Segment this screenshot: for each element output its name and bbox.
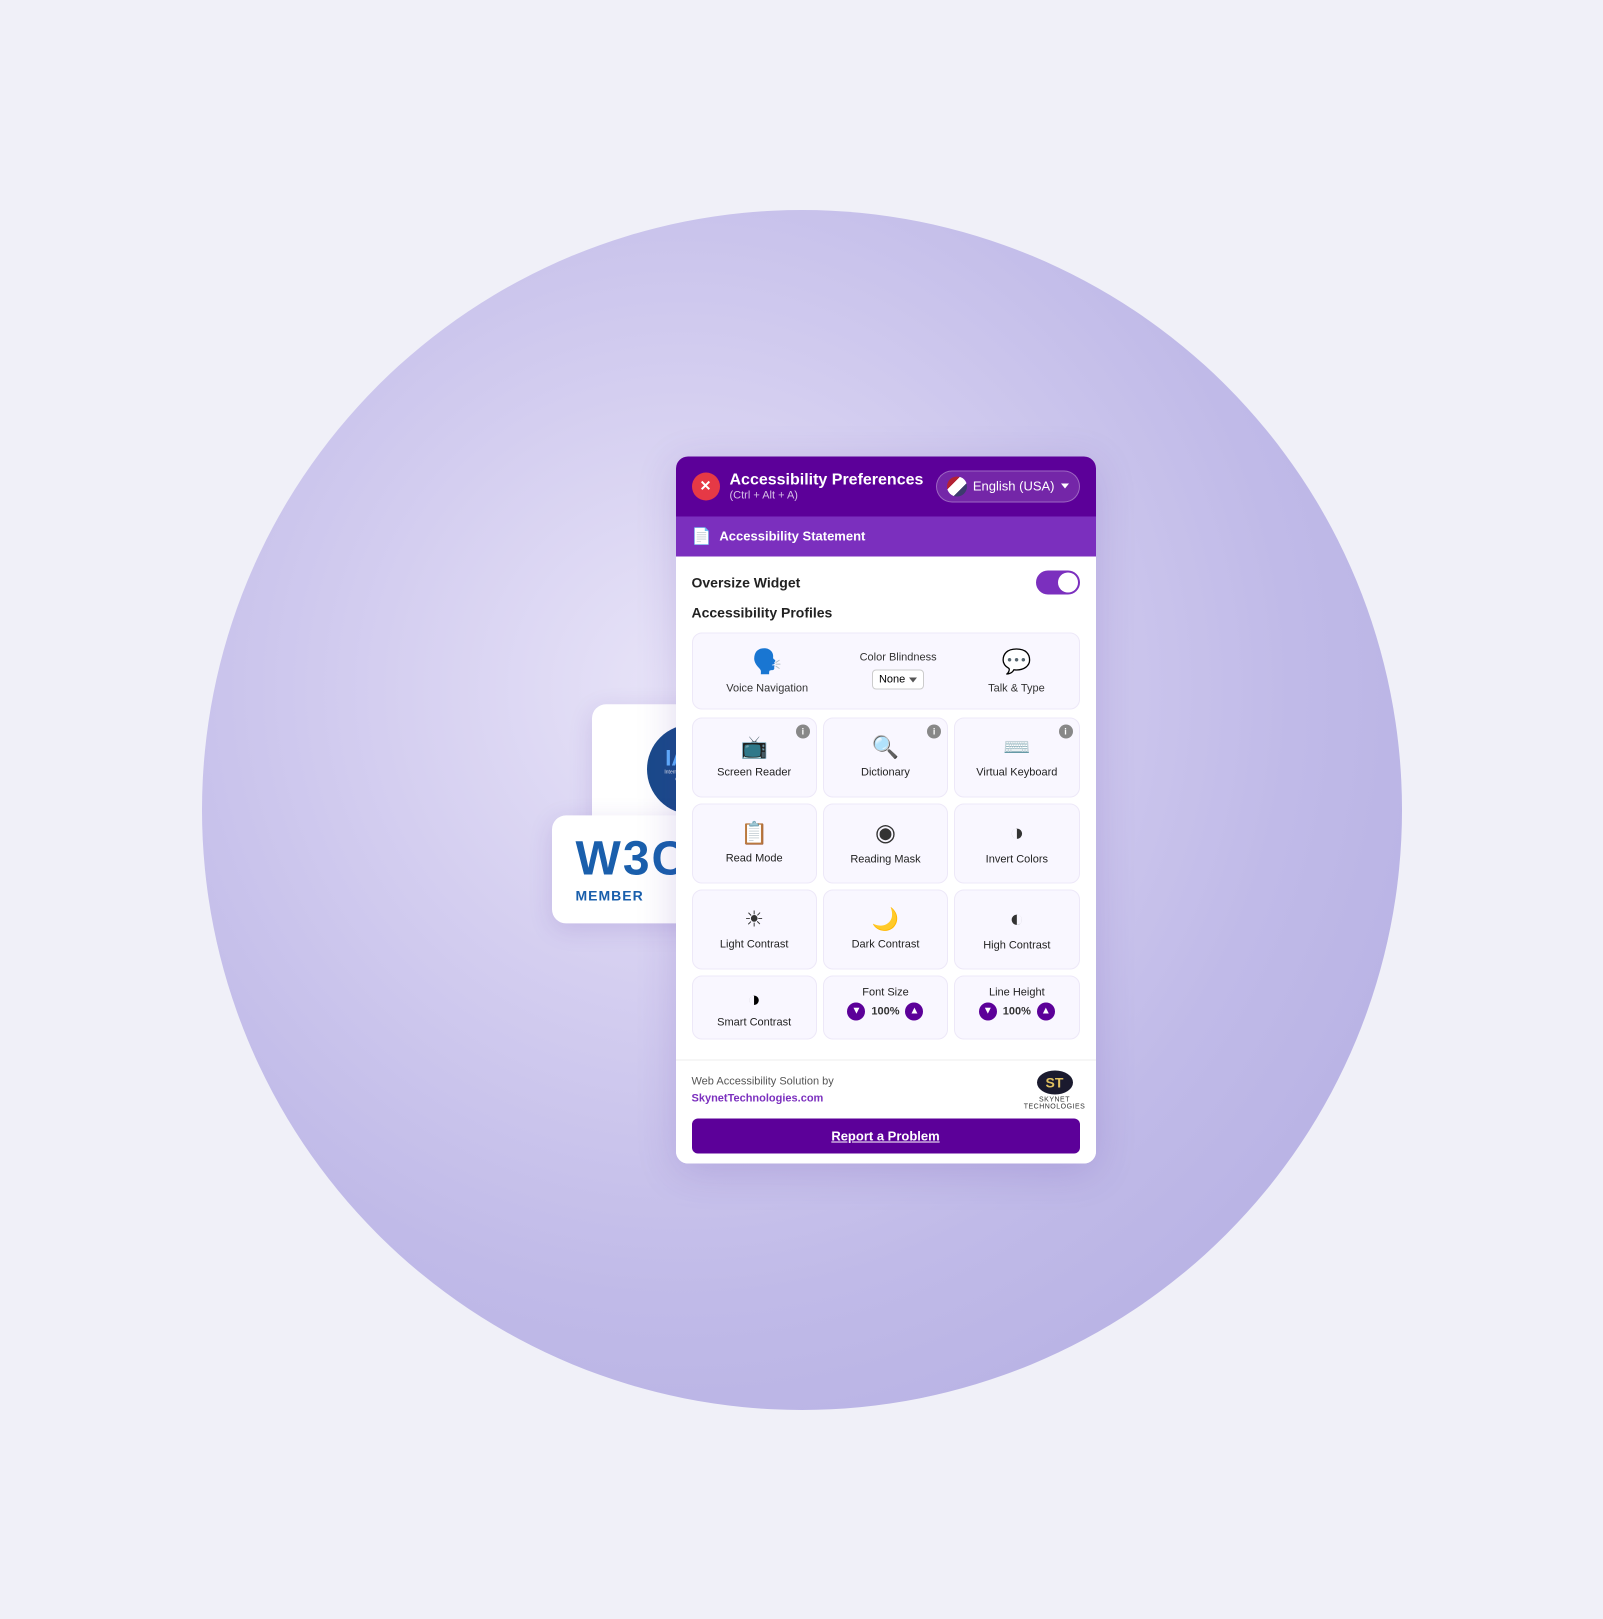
talk-type-icon: 💬: [1001, 647, 1031, 676]
color-blindness-value: None: [879, 674, 905, 686]
profiles-section-title: Accessibility Profiles: [692, 604, 1080, 620]
voice-navigation-icon: 🗣️: [752, 647, 782, 676]
invert-colors-label: Invert Colors: [986, 853, 1048, 866]
footer-branding-row: Web Accessibility Solution by SkynetTech…: [692, 1070, 1080, 1110]
screen-reader-info-icon: i: [796, 724, 810, 738]
language-label: English (USA): [973, 479, 1055, 494]
widget-footer: Web Accessibility Solution by SkynetTech…: [676, 1059, 1096, 1163]
stepper-grid-row: ◑ Smart Contrast Font Size ▼ 100% ▲ Line…: [692, 975, 1080, 1039]
language-selector[interactable]: English (USA): [936, 470, 1080, 502]
flag-icon: [947, 476, 967, 496]
color-blindness-select[interactable]: None: [872, 670, 924, 690]
dark-contrast-item[interactable]: 🌙 Dark Contrast: [823, 889, 948, 969]
color-blindness-item: Color Blindness None: [860, 652, 937, 690]
invert-colors-item[interactable]: ◑ Invert Colors: [954, 803, 1079, 883]
chevron-down-icon: [1061, 484, 1069, 489]
light-contrast-item[interactable]: ☀ Light Contrast: [692, 889, 817, 969]
line-height-increase-button[interactable]: ▲: [1037, 1002, 1055, 1020]
feature-grid-row2: 📋 Read Mode ◉ Reading Mask ◑ Invert Colo…: [692, 803, 1080, 883]
read-mode-item[interactable]: 📋 Read Mode: [692, 803, 817, 883]
read-mode-label: Read Mode: [726, 852, 783, 865]
st-logo-circle: ST: [1037, 1070, 1073, 1094]
cb-chevron-icon: [909, 677, 917, 682]
reading-mask-label: Reading Mask: [850, 854, 920, 867]
header-left: ✕ Accessibility Preferences (Ctrl + Alt …: [692, 470, 924, 501]
smart-contrast-icon: ◑: [748, 986, 761, 1012]
dictionary-info-icon: i: [927, 724, 941, 738]
oversize-widget-row: Oversize Widget: [692, 570, 1080, 594]
virtual-keyboard-label: Virtual Keyboard: [976, 766, 1057, 779]
voice-navigation-item[interactable]: 🗣️ Voice Navigation: [726, 647, 808, 694]
font-size-decrease-button[interactable]: ▼: [847, 1002, 865, 1020]
font-size-item: Font Size ▼ 100% ▲: [823, 975, 948, 1039]
dictionary-label: Dictionary: [861, 766, 910, 779]
line-height-decrease-button[interactable]: ▼: [979, 1002, 997, 1020]
widget-header: ✕ Accessibility Preferences (Ctrl + Alt …: [676, 456, 1096, 516]
dark-contrast-label: Dark Contrast: [852, 938, 920, 951]
line-height-label: Line Height: [989, 986, 1045, 998]
color-blindness-label: Color Blindness: [860, 652, 937, 664]
virtual-keyboard-info-icon: i: [1059, 724, 1073, 738]
panel-title: Accessibility Preferences: [730, 470, 924, 489]
profiles-top-row: 🗣️ Voice Navigation Color Blindness None…: [692, 632, 1080, 709]
branding-link[interactable]: SkynetTechnologies.com: [692, 1092, 824, 1104]
widget-body: Oversize Widget Accessibility Profiles 🗣…: [676, 556, 1096, 1059]
st-logo-text: SKYNETTECHNOLOGIES: [1024, 1096, 1086, 1110]
panel-shortcut: (Ctrl + Alt + A): [730, 490, 924, 502]
footer-branding: Web Accessibility Solution by SkynetTech…: [692, 1074, 834, 1107]
header-title-group: Accessibility Preferences (Ctrl + Alt + …: [730, 470, 924, 501]
dark-contrast-icon: 🌙: [872, 906, 899, 932]
voice-navigation-label: Voice Navigation: [726, 682, 808, 694]
accessibility-statement-bar[interactable]: 📄 Accessibility Statement: [676, 516, 1096, 556]
high-contrast-label: High Contrast: [983, 939, 1050, 952]
dictionary-item[interactable]: i 🔍 Dictionary: [823, 717, 948, 797]
line-height-control: ▼ 100% ▲: [979, 1002, 1055, 1020]
line-height-value: 100%: [1001, 1005, 1033, 1017]
report-problem-button[interactable]: Report a Problem: [692, 1118, 1080, 1153]
accessibility-widget-panel: ✕ Accessibility Preferences (Ctrl + Alt …: [676, 456, 1096, 1163]
talk-type-label: Talk & Type: [988, 682, 1045, 694]
light-contrast-icon: ☀: [744, 906, 764, 932]
feature-grid-row1: i 📺 Screen Reader i 🔍 Dictionary i ⌨️ Vi…: [692, 717, 1080, 797]
screen-reader-icon: 📺: [740, 734, 767, 760]
font-size-label: Font Size: [862, 986, 908, 998]
virtual-keyboard-icon: ⌨️: [1003, 734, 1030, 760]
screen-reader-item[interactable]: i 📺 Screen Reader: [692, 717, 817, 797]
reading-mask-icon: ◉: [875, 819, 896, 848]
document-icon: 📄: [692, 526, 712, 546]
screen-reader-label: Screen Reader: [717, 766, 791, 779]
st-logo: ST SKYNETTECHNOLOGIES: [1030, 1070, 1080, 1110]
virtual-keyboard-item[interactable]: i ⌨️ Virtual Keyboard: [954, 717, 1079, 797]
read-mode-icon: 📋: [740, 820, 767, 846]
light-contrast-label: Light Contrast: [720, 938, 788, 951]
dictionary-icon: 🔍: [872, 734, 899, 760]
invert-colors-icon: ◑: [1010, 819, 1025, 847]
accessibility-statement-label: Accessibility Statement: [719, 529, 865, 544]
font-size-control: ▼ 100% ▲: [847, 1002, 923, 1020]
feature-grid-row3: ☀ Light Contrast 🌙 Dark Contrast ◐ High …: [692, 889, 1080, 969]
close-button[interactable]: ✕: [692, 472, 720, 500]
line-height-item: Line Height ▼ 100% ▲: [954, 975, 1079, 1039]
oversize-widget-label: Oversize Widget: [692, 574, 801, 590]
font-size-value: 100%: [869, 1005, 901, 1017]
high-contrast-item[interactable]: ◐ High Contrast: [954, 889, 1079, 969]
branding-line1: Web Accessibility Solution by: [692, 1076, 834, 1088]
high-contrast-icon: ◐: [1010, 905, 1025, 933]
reading-mask-item[interactable]: ◉ Reading Mask: [823, 803, 948, 883]
oversize-widget-toggle[interactable]: [1036, 570, 1080, 594]
talk-type-item[interactable]: 💬 Talk & Type: [988, 647, 1045, 694]
font-size-increase-button[interactable]: ▲: [905, 1002, 923, 1020]
smart-contrast-label: Smart Contrast: [717, 1016, 791, 1028]
smart-contrast-item[interactable]: ◑ Smart Contrast: [692, 975, 817, 1039]
